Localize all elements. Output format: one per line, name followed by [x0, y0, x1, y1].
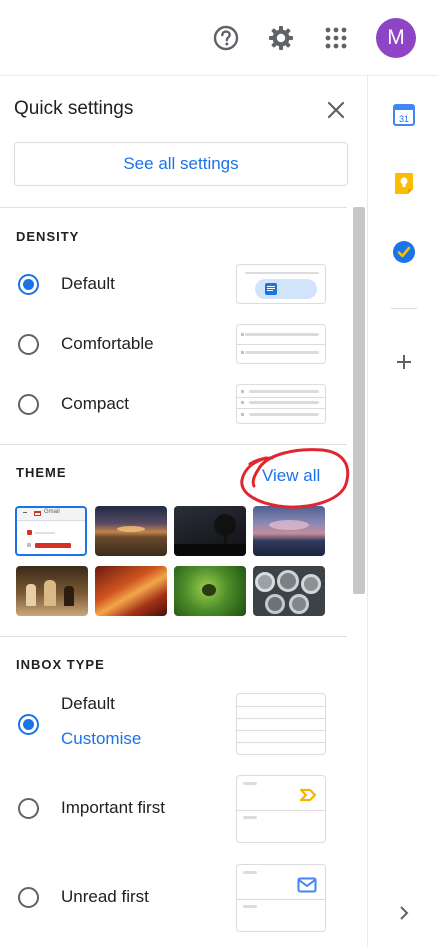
see-all-settings-button[interactable]: See all settings	[14, 142, 348, 186]
tasks-icon[interactable]	[391, 239, 417, 265]
density-comfortable-preview	[236, 324, 326, 364]
theme-thumb-sea-clouds[interactable]	[253, 506, 325, 556]
calendar-icon[interactable]: 31	[391, 102, 417, 128]
apps-grid-icon[interactable]	[316, 18, 356, 58]
radio-button[interactable]	[18, 274, 39, 295]
density-compact-preview	[236, 384, 326, 424]
calendar-day: 31	[399, 114, 409, 124]
chevron-right-icon[interactable]	[391, 900, 417, 926]
inbox-default-preview	[236, 693, 326, 755]
customise-link[interactable]: Customise	[61, 729, 141, 749]
density-option-compact[interactable]: Compact	[0, 378, 340, 430]
option-label: Comfortable	[61, 334, 154, 353]
top-bar: M	[0, 0, 437, 76]
option-label: Unread first	[61, 887, 149, 906]
option-label: Default	[61, 274, 115, 293]
radio-button[interactable]	[18, 714, 39, 735]
divider	[0, 444, 347, 445]
theme-section-title: THEME	[16, 465, 67, 480]
help-icon[interactable]	[206, 18, 246, 58]
theme-thumb-label: Gmail	[44, 509, 60, 515]
side-panel: 31	[369, 76, 437, 947]
radio-button[interactable]	[18, 394, 39, 415]
mail-envelope-icon	[297, 877, 317, 893]
close-icon[interactable]	[322, 96, 350, 124]
option-label: Default	[61, 694, 115, 713]
radio-button[interactable]	[18, 798, 39, 819]
theme-thumb-chess[interactable]	[16, 566, 88, 616]
option-label: Compact	[61, 394, 130, 413]
theme-thumb-green-insect[interactable]	[174, 566, 246, 616]
theme-thumb-default[interactable]: Gmail	[15, 506, 87, 556]
account-avatar[interactable]: M	[376, 18, 416, 58]
annotation-circle	[240, 448, 350, 509]
quick-settings-title: Quick settings	[14, 98, 134, 119]
inbox-option-unread-first[interactable]: Unread first	[0, 863, 340, 933]
theme-thumb-sunset-field[interactable]	[95, 506, 167, 556]
divider	[0, 636, 347, 637]
option-label: Important first	[61, 798, 165, 817]
plus-icon[interactable]	[391, 349, 417, 375]
inbox-type-section-title: INBOX TYPE	[16, 657, 105, 672]
density-option-default[interactable]: Default	[0, 258, 340, 310]
settings-gear-icon[interactable]	[261, 18, 301, 58]
theme-thumb-night-tree[interactable]	[174, 506, 246, 556]
inbox-option-important-first[interactable]: Important first	[0, 774, 340, 844]
side-divider	[391, 308, 417, 309]
density-default-preview	[236, 264, 326, 304]
inbox-option-default[interactable]: Default Customise	[0, 688, 340, 758]
keep-icon[interactable]	[391, 170, 417, 196]
panel-scrollbar[interactable]	[353, 207, 365, 594]
radio-button[interactable]	[18, 334, 39, 355]
important-marker-icon	[299, 788, 317, 802]
radio-button[interactable]	[18, 887, 39, 908]
inbox-important-preview	[236, 775, 326, 843]
divider	[0, 207, 347, 208]
inbox-unread-preview	[236, 864, 326, 932]
theme-thumb-canyon[interactable]	[95, 566, 167, 616]
density-option-comfortable[interactable]: Comfortable	[0, 318, 340, 370]
theme-thumb-pipes[interactable]	[253, 566, 325, 616]
density-section-title: DENSITY	[16, 229, 80, 244]
